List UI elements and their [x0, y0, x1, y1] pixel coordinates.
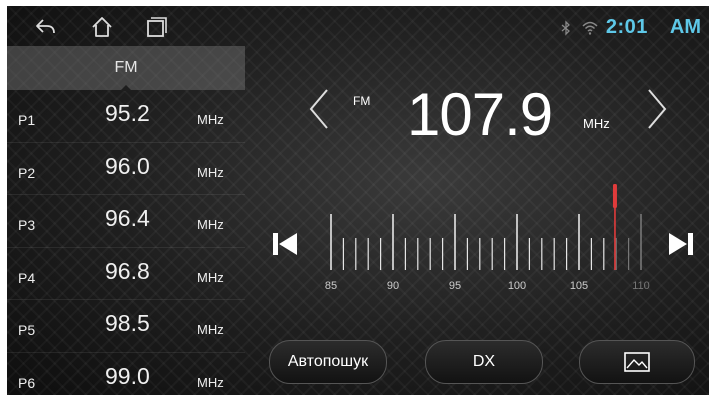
- band-tab-fm[interactable]: FM: [7, 46, 245, 91]
- preset-frequency: 96.4: [105, 205, 150, 231]
- preset-unit: MHz: [197, 322, 224, 337]
- preset-p1[interactable]: P1 95.2 MHz: [7, 90, 245, 143]
- frequency-scale[interactable]: 85 90 95 100 105 110: [321, 174, 651, 304]
- recents-icon[interactable]: [143, 14, 169, 40]
- preset-list: P1 95.2 MHz P2 96.0 MHz P3 96.4 MHz P4 9…: [7, 90, 245, 395]
- preset-p5[interactable]: P5 98.5 MHz: [7, 300, 245, 353]
- scale-tick-label: 85: [325, 280, 337, 292]
- preset-label: P4: [18, 269, 36, 286]
- band-tab-label: FM: [114, 59, 138, 76]
- chevron-right-icon[interactable]: [643, 84, 671, 134]
- preset-p3[interactable]: P3 96.4 MHz: [7, 195, 245, 248]
- scale-tick-label: 105: [570, 280, 588, 292]
- preset-panel: FM P1 95.2 MHz P2 96.0 MHz P3 96.4 MHz P…: [7, 46, 245, 395]
- tuning-dial: 85 90 95 100 105 110: [267, 174, 707, 304]
- home-icon[interactable]: [89, 14, 115, 40]
- bluetooth-icon: [561, 19, 570, 36]
- status-indicators: 2:01 AM: [558, 16, 701, 39]
- preset-p4[interactable]: P4 96.8 MHz: [7, 248, 245, 300]
- preset-unit: MHz: [197, 269, 224, 285]
- clock-time: 2:01: [605, 16, 648, 38]
- preset-unit: MHz: [197, 164, 224, 180]
- preset-label: P5: [18, 322, 36, 338]
- autosearch-button[interactable]: Автопошук: [269, 340, 387, 384]
- status-bar: 2:01 AM: [7, 6, 709, 46]
- wifi-icon: [582, 21, 598, 35]
- preset-unit: MHz: [197, 217, 224, 232]
- picture-button[interactable]: [579, 340, 695, 384]
- scale-tick-label: 90: [387, 280, 399, 292]
- back-icon[interactable]: [33, 14, 59, 40]
- current-frequency: 107.9: [407, 81, 553, 148]
- preset-label: P1: [18, 112, 36, 128]
- clock-ampm: AM: [669, 16, 701, 38]
- preset-p2[interactable]: P2 96.0 MHz: [7, 143, 245, 195]
- skip-next-icon[interactable]: [667, 230, 695, 258]
- preset-label: P2: [18, 164, 36, 181]
- tuning-indicator[interactable]: [612, 184, 617, 208]
- preset-unit: MHz: [197, 112, 224, 127]
- chevron-left-icon[interactable]: [305, 84, 333, 134]
- preset-frequency: 95.2: [105, 100, 150, 126]
- preset-frequency: 98.5: [105, 310, 150, 336]
- preset-label: P3: [18, 217, 36, 233]
- frequency-display: FM 107.9 MHz: [297, 74, 697, 154]
- scale-tick-label: 95: [449, 280, 461, 292]
- autosearch-label: Автопошук: [287, 353, 369, 370]
- preset-frequency: 96.8: [105, 257, 150, 284]
- current-band: FM: [353, 94, 371, 108]
- frequency-unit: MHz: [583, 116, 610, 131]
- dx-button[interactable]: DX: [425, 340, 543, 384]
- preset-label: P6: [18, 374, 36, 391]
- preset-frequency: 96.0: [105, 152, 150, 179]
- preset-unit: MHz: [197, 374, 224, 390]
- preset-frequency: 99.0: [105, 362, 150, 389]
- skip-previous-icon[interactable]: [271, 230, 299, 258]
- scale-tick-label: 100: [508, 280, 526, 292]
- preset-p6[interactable]: P6 99.0 MHz: [7, 353, 245, 396]
- picture-icon: [624, 352, 650, 372]
- dx-label: DX: [472, 353, 496, 370]
- scale-tick-label: 110: [632, 280, 650, 292]
- radio-screen: 2:01 AM FM P1 95.2 MHz P2 96.0 MHz P3 96…: [7, 6, 709, 395]
